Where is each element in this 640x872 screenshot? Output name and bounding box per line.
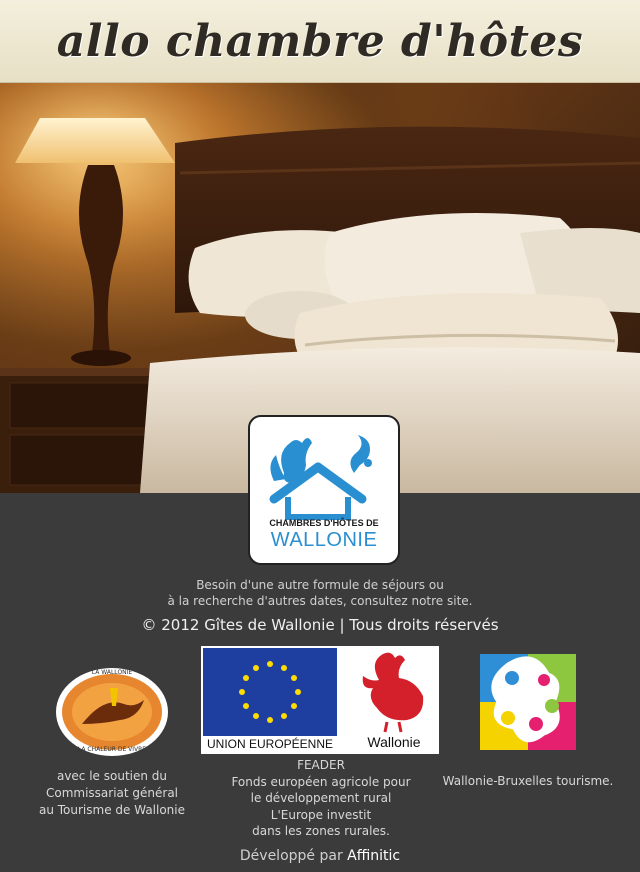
- developer-link[interactable]: Affinitic: [347, 848, 400, 864]
- copyright: © 2012 Gîtes de Wallonie | Tous droits r…: [141, 616, 499, 634]
- seal-caption: avec le soutien du Commissariat général …: [20, 768, 204, 819]
- seal-icon: [56, 668, 168, 756]
- eu-caption-line-3: le développement rural: [250, 791, 392, 805]
- seal-caption-line-1: avec le soutien du: [56, 769, 168, 783]
- developer-prefix: Développé par: [239, 848, 348, 864]
- wallonie-label: Wallonie: [367, 734, 421, 750]
- site-header: allo chambre d'hôtes: [0, 0, 640, 83]
- developer-credit: Développé par Affinitic: [0, 848, 640, 864]
- wbt-caption: Wallonie-Bruxelles tourisme.: [442, 774, 614, 788]
- chambres-dhotes-logo[interactable]: CHAMBRES D'HÔTES DE WALLONIE: [246, 413, 402, 567]
- eu-caption-line-2: Fonds européen agricole pour: [231, 774, 411, 789]
- logo-text-line2: WALLONIE: [270, 529, 378, 551]
- info-line-1: Besoin d'une autre formule de séjours ou: [196, 578, 444, 592]
- eu-caption-line-5: dans les zones rurales.: [252, 824, 390, 838]
- site-title[interactable]: allo chambre d'hôtes: [57, 16, 583, 67]
- seal-caption-line-3: au Tourisme de Wallonie: [38, 803, 185, 817]
- eu-wallonie-logo[interactable]: UNION EUROPÉENNE Wallonie: [201, 646, 439, 754]
- seal-top-text: LA WALLONIE: [91, 669, 133, 676]
- eu-caption: FEADER Fonds européen agricole pour le d…: [200, 757, 442, 840]
- seal-caption-line-2: Commissariat général: [45, 786, 179, 800]
- eu-caption-line-1: FEADER: [297, 758, 345, 772]
- wbt-logo[interactable]: [478, 650, 578, 754]
- info-line-2: à la recherche d'autres dates, consultez…: [167, 594, 473, 608]
- wbt-icon: [480, 654, 576, 750]
- seal-bottom-text: LA CHALEUR DE VIVRE: [77, 746, 147, 753]
- eu-caption-line-4: L'Europe investit: [270, 807, 372, 822]
- wallonie-seal-logo[interactable]: LA WALLONIE LA CHALEUR DE VIVRE: [54, 666, 170, 758]
- eu-label: UNION EUROPÉENNE: [206, 737, 334, 751]
- logo-text-line1: CHAMBRES D'HÔTES DE: [269, 518, 379, 528]
